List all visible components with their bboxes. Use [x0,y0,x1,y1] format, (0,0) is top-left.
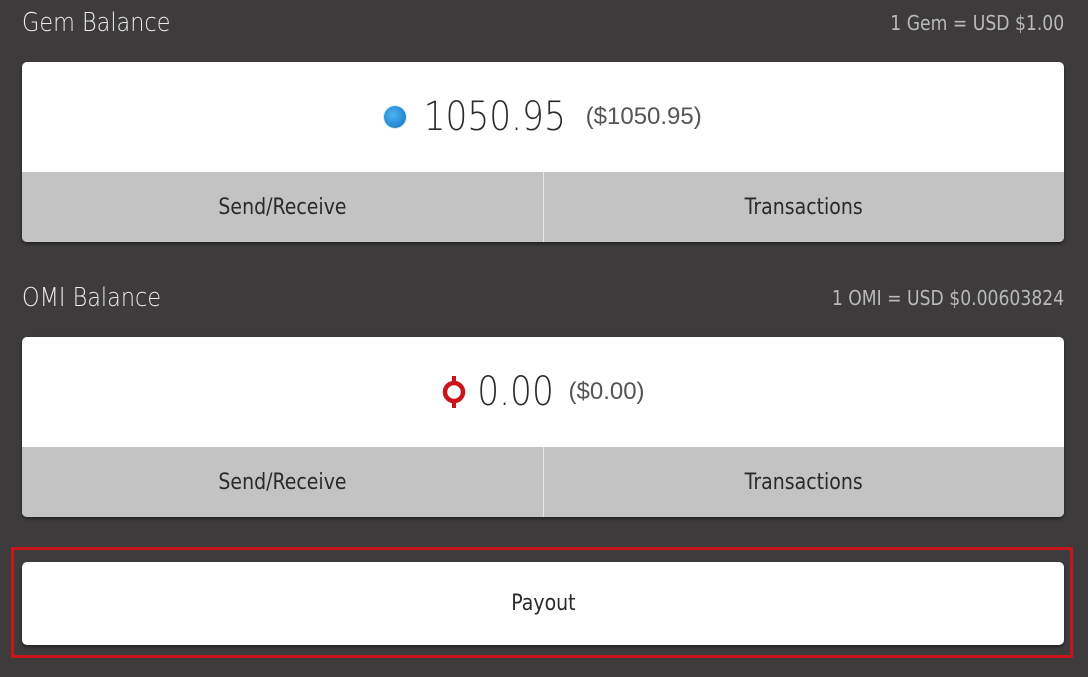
wallet-page: Gem Balance 1 Gem = USD $1.00 1050.95 ($… [0,0,1088,677]
gem-balance-display: 1050.95 ($1050.95) [22,62,1064,172]
omi-transactions-label: Transactions [744,469,863,495]
omi-rate-text: 1 OMI = USD $0.00603824 [831,286,1064,310]
gem-rate-text: 1 Gem = USD $1.00 [890,11,1064,35]
gem-send-receive-button[interactable]: Send/Receive [22,172,543,242]
omi-balance-card: 0.00 ($0.00) Send/Receive Transactions [22,337,1064,517]
gem-actions: Send/Receive Transactions [22,172,1064,242]
gem-send-receive-label: Send/Receive [218,194,347,220]
gem-balance-card: 1050.95 ($1050.95) Send/Receive Transact… [22,62,1064,242]
omi-balance-title: OMI Balance [22,283,162,313]
omi-icon [441,375,467,409]
gem-usd-value: ($1050.95) [585,103,702,130]
gem-balance-title: Gem Balance [22,8,171,38]
omi-usd-value: ($0.00) [568,378,645,405]
payout-label: Payout [510,591,576,616]
gem-icon [384,106,407,128]
omi-amount: 0.00 [477,369,555,415]
gem-amount: 1050.95 [423,94,567,140]
payout-button[interactable]: Payout [22,562,1064,645]
gem-transactions-label: Transactions [744,194,863,220]
gem-balance-header: Gem Balance 1 Gem = USD $1.00 [22,8,1064,38]
omi-balance-display: 0.00 ($0.00) [22,337,1064,447]
gem-transactions-button[interactable]: Transactions [542,172,1065,242]
omi-transactions-button[interactable]: Transactions [542,447,1065,517]
omi-actions: Send/Receive Transactions [22,447,1064,517]
omi-send-receive-button[interactable]: Send/Receive [22,447,543,517]
omi-balance-header: OMI Balance 1 OMI = USD $0.00603824 [22,283,1064,313]
omi-send-receive-label: Send/Receive [218,469,347,495]
